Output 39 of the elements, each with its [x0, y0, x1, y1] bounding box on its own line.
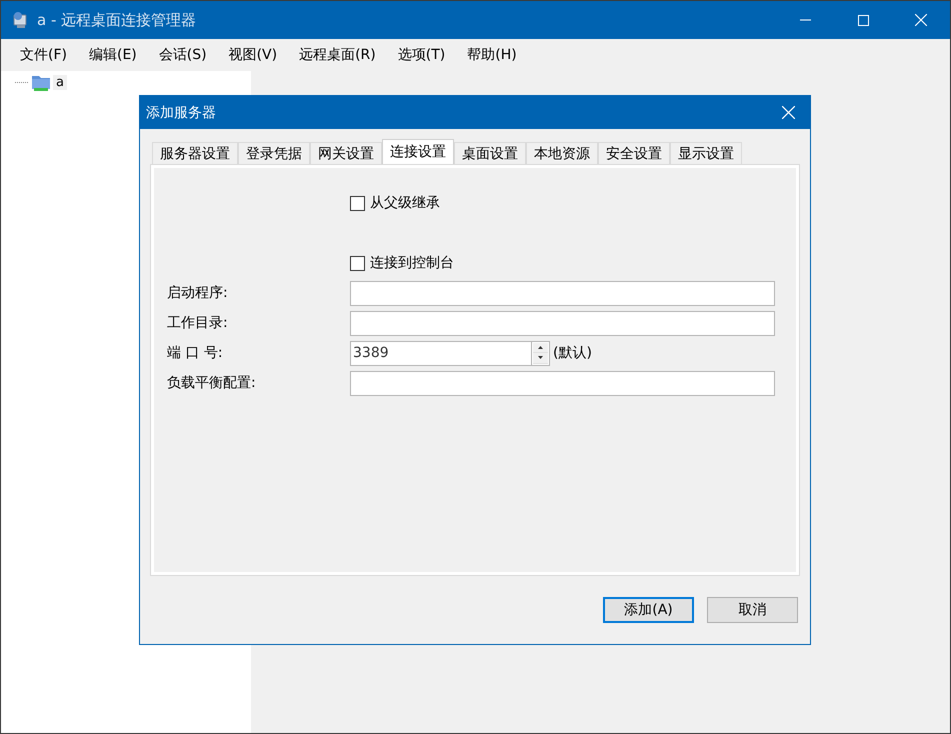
tab[interactable]: 服务器设置: [152, 142, 238, 164]
menu-item[interactable]: 远程桌面(R): [288, 46, 387, 64]
tree-item[interactable]: a: [53, 74, 67, 90]
field-label: 启动程序:: [167, 284, 229, 302]
dialog-title: 添加服务器: [146, 104, 216, 122]
close-icon: [782, 106, 794, 119]
dialog-button[interactable]: 取消: [707, 597, 798, 623]
checkbox[interactable]: 从父级继承: [350, 194, 440, 212]
field-label: 端 口 号:: [167, 344, 224, 362]
text-field[interactable]: [350, 280, 775, 306]
spin-up-button[interactable]: [533, 342, 548, 353]
server-group-icon: [31, 73, 51, 91]
menu-item[interactable]: 选项(T): [386, 46, 456, 64]
tab[interactable]: 连接设置: [382, 139, 454, 164]
menu-item[interactable]: 帮助(H): [456, 46, 528, 64]
hint-text: (默认): [553, 344, 592, 362]
menu-item[interactable]: 文件(F): [9, 46, 78, 64]
dialog-button[interactable]: 添加(A): [603, 597, 694, 623]
menu-item[interactable]: 会话(S): [148, 46, 218, 64]
menu-item[interactable]: 编辑(E): [78, 46, 148, 64]
tab[interactable]: 网关设置: [310, 142, 382, 164]
tab[interactable]: 显示设置: [670, 142, 742, 164]
close-icon: [915, 14, 927, 26]
window-title: a - 远程桌面连接管理器: [37, 10, 196, 30]
field-label: 工作目录:: [167, 314, 229, 332]
checkbox[interactable]: 连接到控制台: [350, 254, 454, 272]
tab[interactable]: 本地资源: [526, 142, 598, 164]
down-arrow-icon: [538, 356, 543, 360]
tab[interactable]: 安全设置: [598, 142, 670, 164]
tab[interactable]: 登录凭据: [238, 142, 310, 164]
tab[interactable]: 桌面设置: [454, 142, 526, 164]
up-arrow-icon: [538, 346, 543, 349]
field-label: 负载平衡配置:: [167, 374, 257, 392]
menu-item[interactable]: 视图(V): [218, 46, 288, 64]
maximize-icon: [858, 14, 868, 26]
number-field[interactable]: 3389: [350, 340, 531, 366]
text-field[interactable]: [350, 310, 775, 336]
text-field[interactable]: [350, 370, 775, 396]
spin-down-button[interactable]: [533, 353, 548, 364]
